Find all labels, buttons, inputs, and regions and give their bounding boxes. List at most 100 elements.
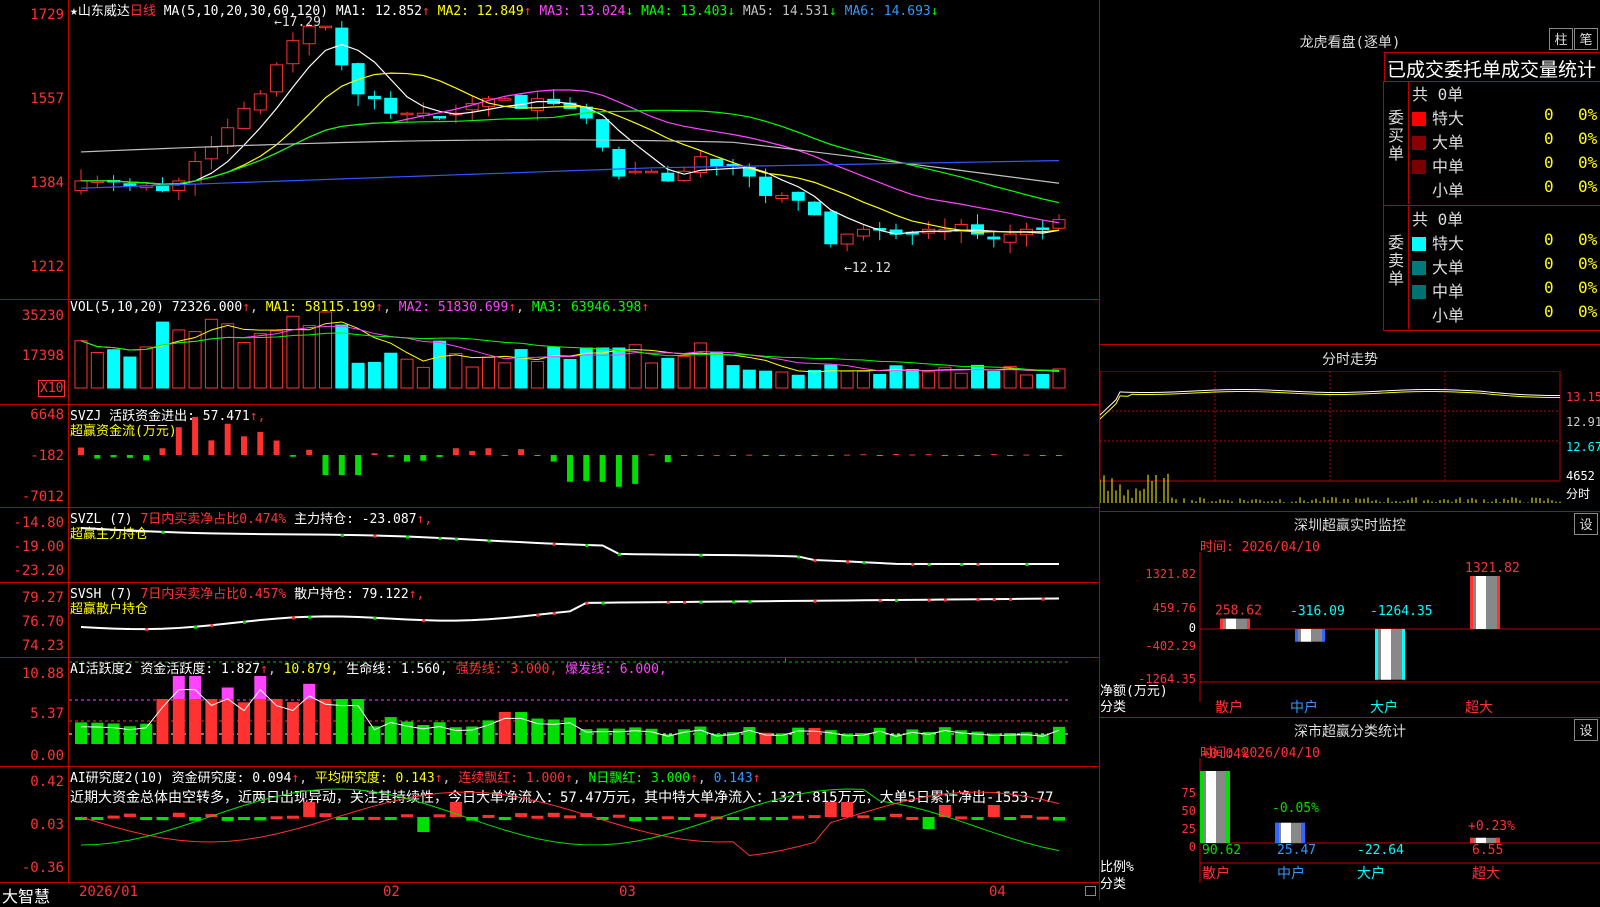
svzj-panel[interactable]: SVZJ 活跃资金进出: 57.471↑, 超赢资金流(万元) 6648 -18…	[0, 405, 1100, 508]
svzj-bar	[452, 448, 459, 455]
color-swatch	[1412, 160, 1426, 174]
kline-chart-area[interactable]: ★山东威达日线 MA(5,10,20,30,60,120) MA1: 12.85…	[0, 0, 1100, 906]
activity-bar	[384, 717, 397, 744]
activity-bar	[547, 719, 560, 744]
color-swatch	[1412, 237, 1426, 251]
svzl-marker	[911, 563, 915, 566]
classify-pct-label: +0.23%	[1468, 819, 1515, 834]
activity-bar	[498, 712, 511, 744]
svsh-marker	[552, 611, 556, 615]
svsh-panel[interactable]: SVSH (7) 7日内买卖净占比0.457% 散户持仓: 79.122↑, 超…	[0, 583, 1100, 658]
volume-bar	[1052, 368, 1066, 389]
lock-icon[interactable]	[1085, 886, 1096, 896]
svzj-bar	[664, 455, 671, 463]
candle-body	[840, 233, 854, 245]
order-pct: 0%	[1578, 153, 1598, 172]
activity-bar	[694, 726, 707, 744]
monitor-bar-highlight	[1476, 576, 1486, 629]
order-type: 中单	[1432, 282, 1465, 301]
svzj-bar	[762, 455, 769, 456]
order-pct: 0%	[1578, 230, 1598, 249]
classify-panel[interactable]: 深市超赢分类统计 设 时间: 2026/04/10 75 50 25 0 比例%…	[1100, 718, 1600, 900]
activity-bar	[857, 733, 870, 744]
classify-category: 散户	[1202, 865, 1230, 882]
research-bar	[254, 817, 267, 821]
svsh-marker	[813, 599, 817, 603]
candle-body	[433, 115, 447, 119]
activity-bar	[515, 712, 528, 744]
svsh-marker	[699, 600, 703, 604]
svzl-panel[interactable]: SVZL (7) 7日内买卖净占比0.474% 主力持仓: -23.087↑, …	[0, 508, 1100, 583]
y-tick: 0.42	[30, 774, 64, 790]
volume-bar	[107, 349, 121, 389]
main-kline-panel[interactable]: ★山东威达日线 MA(5,10,20,30,60,120) MA1: 12.85…	[0, 0, 1100, 300]
svsh-marker	[373, 616, 377, 620]
svzj-bar	[795, 455, 802, 456]
svzl-marker	[862, 561, 866, 565]
svzj-bar	[241, 436, 247, 455]
classify-bar-edge	[1275, 822, 1279, 843]
buy-side-box: 委买单 共 0单 特大 0 0% 大单 0 0% 中单 0 0% 小单 0 0%	[1383, 81, 1600, 206]
pen-mode-button[interactable]: 笔	[1574, 28, 1598, 50]
order-row: 小单 0 0%	[1412, 302, 1600, 326]
svzl-marker	[1025, 563, 1029, 566]
svzj-bar	[811, 455, 818, 456]
research-bar	[890, 813, 902, 817]
bar-mode-button[interactable]: 柱	[1549, 28, 1573, 50]
volume-bar	[482, 356, 495, 389]
monitor-bar-highlight	[1301, 629, 1311, 642]
svzl-marker	[373, 534, 377, 538]
svsh-marker	[422, 619, 426, 623]
svsh-marker	[243, 620, 246, 624]
intraday-panel[interactable]: 分时走势 13.15 12.91 12.67 4652 分时	[1100, 345, 1600, 512]
research-bar	[531, 815, 544, 819]
monitor-bar-edge	[1322, 629, 1325, 642]
sell-side-box: 委卖单 共 0单 特大 0 0% 大单 0 0% 中单 0 0% 小单 0 0%	[1383, 206, 1600, 331]
volume-bar	[156, 321, 169, 389]
order-type: 中单	[1432, 157, 1465, 176]
svsh-marker	[194, 625, 198, 629]
classify-value-label: -22.64	[1357, 843, 1404, 858]
candle-body	[498, 98, 512, 101]
monitor-value-label: 258.62	[1215, 604, 1262, 619]
intraday-y-tick: 12.91	[1566, 415, 1600, 429]
svzj-bar	[404, 455, 410, 462]
x-label: 03	[619, 884, 636, 900]
svsh-marker	[748, 600, 752, 604]
monitor-category: 超大	[1465, 700, 1493, 716]
research-red-line	[80, 791, 1060, 857]
classify-bar-edge	[1301, 822, 1305, 843]
svzl-marker	[927, 563, 931, 566]
svzj-bar	[78, 447, 84, 455]
volume-bar	[693, 342, 707, 389]
monitor-panel[interactable]: 深圳超赢实时监控 设 时间: 2026/04/10 1321.82 459.76…	[1100, 512, 1600, 718]
y-tick: -0.36	[21, 860, 64, 876]
research-bar	[319, 813, 332, 817]
research-bar	[1004, 817, 1017, 820]
order-pct: 0%	[1578, 129, 1598, 148]
order-count: 0	[1544, 230, 1554, 249]
volume-bar	[449, 353, 463, 389]
monitor-bar-edge	[1497, 576, 1500, 629]
longhu-panel[interactable]: 龙虎看盘(逐单) 柱 笔 已成交委托单成交量统计 委买单 共 0单 特大 0 0% 大…	[1100, 0, 1600, 345]
monitor-bar-edge	[1220, 618, 1223, 629]
signal-arrow: ↑	[912, 658, 919, 665]
research-bar	[727, 817, 739, 820]
volume-svg	[74, 311, 1066, 389]
ai-activity-panel[interactable]: AI活跃度2 资金活跃度: 1.827↑, 10.879, 生命线: 1.560…	[0, 658, 1100, 767]
candle-body	[286, 40, 300, 65]
research-bar	[417, 817, 430, 832]
candle-body	[824, 211, 838, 245]
research-bar	[449, 802, 462, 817]
volume-panel[interactable]: VOL(5,10,20) 72326.000↑, MA1: 58115.199↑…	[0, 300, 1100, 405]
intraday-y-tick: 12.67	[1566, 440, 1600, 454]
monitor-bar-highlight	[1226, 618, 1236, 629]
svzl-marker	[454, 537, 458, 541]
research-bar	[1020, 815, 1033, 819]
research-bar	[857, 815, 870, 819]
y-tick: 35230	[21, 308, 64, 324]
volume-bar	[498, 362, 512, 389]
svzj-bar	[485, 448, 492, 455]
ai-research-panel[interactable]: AI研究度2(10) 资金研究度: 0.094↑, 平均研究度: 0.143↑,…	[0, 767, 1100, 882]
research-bar	[368, 816, 381, 820]
